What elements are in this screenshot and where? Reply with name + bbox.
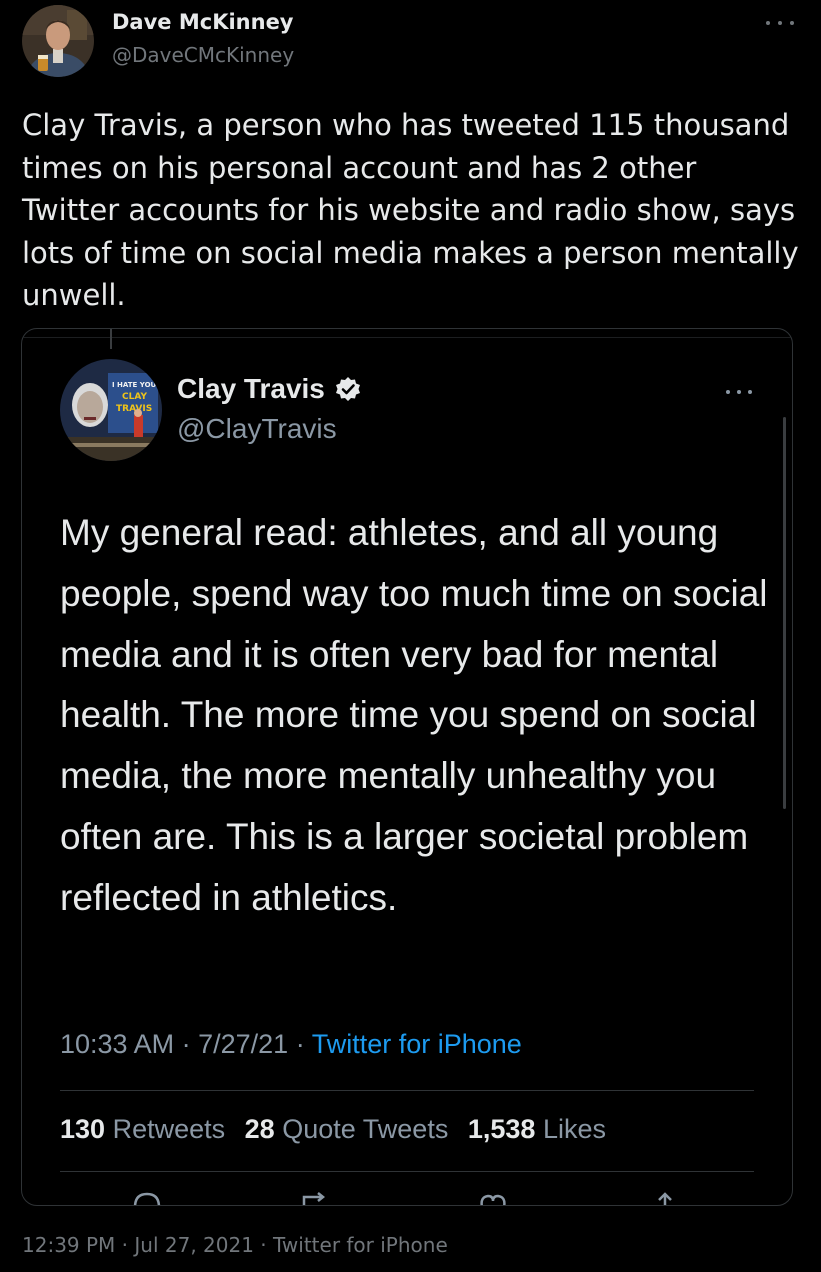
author-handle[interactable]: @DaveCMcKinney xyxy=(112,43,294,67)
sign-photo-icon: I HATE YOU CLAY TRAVIS xyxy=(60,359,162,461)
tweet-text: Clay Travis, a person who has tweeted 11… xyxy=(22,108,799,312)
quoted-action-bar xyxy=(60,1191,754,1205)
quoted-source: Twitter for iPhone xyxy=(311,1029,522,1059)
verified-badge-icon xyxy=(335,377,360,401)
quoted-more-dots-icon xyxy=(726,379,752,405)
meta-separator: · xyxy=(181,1029,191,1059)
author-avatar[interactable] xyxy=(22,5,94,77)
reply-icon xyxy=(133,1192,161,1205)
more-dots-icon[interactable] xyxy=(766,10,794,36)
svg-text:I HATE YOU: I HATE YOU xyxy=(112,381,157,389)
quoted-author-handle: @ClayTravis xyxy=(177,413,337,444)
quoted-stats: 130 Retweets 28 Quote Tweets 1,538 Likes xyxy=(60,1114,618,1145)
image-top-divider xyxy=(22,337,792,338)
retweet-icon xyxy=(302,1192,326,1205)
image-top-mark xyxy=(110,329,112,349)
quotes-label: Quote Tweets xyxy=(282,1114,449,1144)
quoted-date: 7/27/21 xyxy=(198,1029,289,1059)
person-photo-icon xyxy=(22,5,94,77)
share-icon xyxy=(658,1192,672,1205)
stats-top-divider xyxy=(60,1090,754,1091)
like-icon xyxy=(480,1194,506,1205)
image-scrollbar xyxy=(783,417,786,809)
retweets-count: 130 xyxy=(60,1114,106,1144)
meta-separator: · xyxy=(295,1029,305,1059)
quoted-author-avatar: I HATE YOU CLAY TRAVIS xyxy=(60,359,162,461)
tweet-timestamp[interactable]: 12:39 PM · Jul 27, 2021 · Twitter for iP… xyxy=(22,1233,448,1257)
quoted-author-name-text: Clay Travis xyxy=(177,373,325,404)
likes-label: Likes xyxy=(542,1114,606,1144)
svg-text:CLAY: CLAY xyxy=(122,392,147,402)
quoted-author-name: Clay Travis xyxy=(177,373,361,405)
quoted-time: 10:33 AM xyxy=(60,1029,175,1059)
quoted-tweet-meta: 10:33 AM · 7/27/21 · Twitter for iPhone xyxy=(60,1029,522,1060)
retweets-label: Retweets xyxy=(112,1114,226,1144)
quoted-tweet-text: My general read: athletes, and all young… xyxy=(60,512,768,918)
likes-count: 1,538 xyxy=(467,1114,536,1144)
quotes-count: 28 xyxy=(244,1114,275,1144)
stats-bottom-divider xyxy=(60,1171,754,1172)
author-name[interactable]: Dave McKinney xyxy=(112,10,294,34)
embedded-image[interactable]: I HATE YOU CLAY TRAVIS Clay Travis @Clay… xyxy=(21,328,793,1206)
